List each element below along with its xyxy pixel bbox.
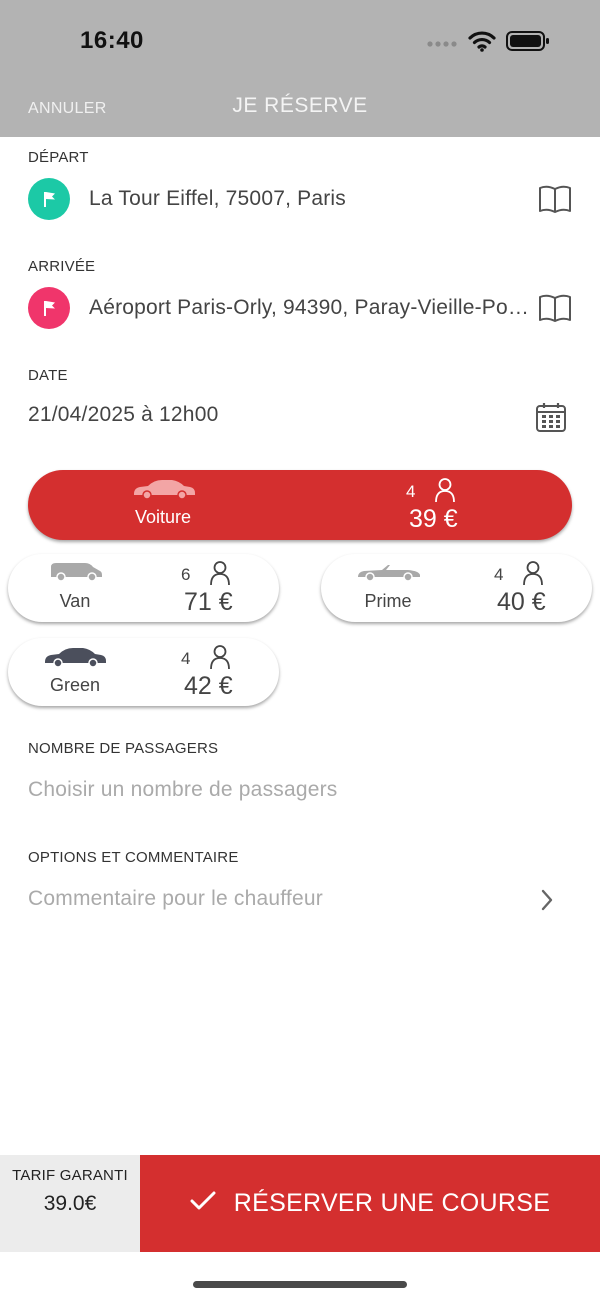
- arrival-field[interactable]: Aéroport Paris-Orly, 94390, Paray-Vieill…: [28, 286, 572, 330]
- vehicle-option-prime[interactable]: Prime 4 40 €: [321, 554, 592, 622]
- arrival-address: Aéroport Paris-Orly, 94390, Paray-Vieill…: [89, 296, 532, 319]
- battery-icon: [506, 30, 550, 57]
- comment-field[interactable]: Commentaire pour le chauffeur: [28, 887, 323, 911]
- status-icons: [426, 30, 550, 57]
- tarif-label: TARIF GARANTI: [12, 1167, 128, 1184]
- person-icon: [522, 560, 544, 591]
- vehicle-name: Van: [59, 591, 91, 611]
- reserve-label: RÉSERVER UNE COURSE: [233, 1189, 551, 1217]
- departure-flag-icon: [28, 178, 70, 220]
- signal-icon: [426, 35, 458, 53]
- date-label: DATE: [28, 367, 68, 384]
- vehicle-option-van[interactable]: Van 6 71 €: [8, 554, 279, 622]
- vehicle-capacity: 4: [181, 649, 191, 668]
- person-icon: [209, 644, 231, 675]
- address-book-icon[interactable]: [532, 293, 572, 323]
- calendar-icon[interactable]: [535, 401, 567, 438]
- date-value[interactable]: 21/04/2025 à 12h00: [28, 403, 218, 427]
- page-title: JE RÉSERVE: [232, 94, 368, 117]
- vehicle-capacity: 6: [181, 565, 191, 584]
- header-bar: 16:40 ANNULER JE RÉSERVE: [0, 0, 600, 137]
- checkmark-icon: [190, 1191, 216, 1216]
- vehicle-capacity: 4: [406, 482, 416, 501]
- booking-footer: TARIF GARANTI 39.0€ RÉSERVER UNE COURSE: [0, 1155, 600, 1252]
- convertible-car-icon: [356, 562, 422, 587]
- vehicle-option-green[interactable]: Green 4 42 €: [8, 638, 279, 706]
- departure-label: DÉPART: [28, 149, 89, 166]
- vehicle-name: Green: [49, 675, 101, 695]
- vehicle-price: 42 €: [184, 672, 233, 700]
- person-icon: [209, 560, 231, 591]
- sedan-car-icon: [132, 478, 196, 505]
- vehicle-capacity: 4: [494, 565, 504, 584]
- departure-field[interactable]: La Tour Eiffel, 75007, Paris: [28, 177, 572, 221]
- vehicle-name: Voiture: [134, 507, 192, 527]
- departure-address: La Tour Eiffel, 75007, Paris: [89, 187, 346, 210]
- reserve-button[interactable]: RÉSERVER UNE COURSE: [140, 1155, 600, 1252]
- tarif-value: 39.0€: [43, 1192, 97, 1215]
- home-indicator[interactable]: [193, 1281, 407, 1288]
- vehicle-option-voiture[interactable]: Voiture 4 39 €: [28, 470, 572, 540]
- vehicle-price: 39 €: [409, 505, 458, 533]
- van-icon: [49, 560, 103, 587]
- status-time: 16:40: [80, 27, 144, 54]
- address-book-icon[interactable]: [532, 184, 572, 214]
- options-label: OPTIONS ET COMMENTAIRE: [28, 849, 239, 866]
- passengers-selector[interactable]: Choisir un nombre de passagers: [28, 778, 338, 802]
- sedan-car-icon: [43, 646, 107, 673]
- person-icon: [434, 477, 456, 508]
- vehicle-name: Prime: [364, 591, 412, 611]
- passengers-label: NOMBRE DE PASSAGERS: [28, 740, 219, 757]
- vehicle-price: 71 €: [184, 588, 233, 616]
- wifi-icon: [468, 30, 496, 57]
- chevron-right-icon[interactable]: [540, 889, 554, 916]
- guaranteed-fare: TARIF GARANTI 39.0€: [0, 1155, 140, 1252]
- arrival-flag-icon: [28, 287, 70, 329]
- vehicle-price: 40 €: [497, 588, 546, 616]
- arrival-label: ARRIVÉE: [28, 258, 96, 275]
